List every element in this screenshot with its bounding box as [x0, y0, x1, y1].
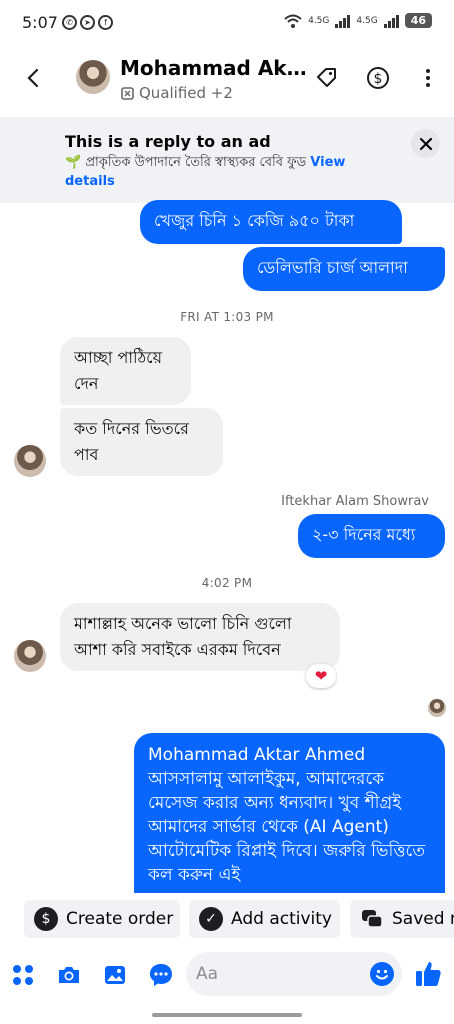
contact-labels-text: Qualified +2 — [139, 84, 233, 102]
label-icon — [121, 86, 134, 100]
add-activity-button[interactable]: ✓ Add activity — [189, 900, 340, 938]
home-indicator — [152, 1013, 302, 1017]
message-outgoing[interactable]: খেজুর চিনি ১ কেজি ৯৫০ টাকা — [140, 200, 402, 244]
message-input-placeholder: Aa — [196, 964, 219, 984]
message-outgoing-auto-reply[interactable]: Mohammad Aktar Ahmed আসসালামু আলাইকুম, আ… — [134, 733, 445, 893]
ad-reply-banner: This is a reply to an ad 🌱 প্রাকৃতিক উপা… — [0, 117, 454, 203]
contact-name[interactable]: Mohammad Ak… — [120, 56, 307, 80]
timestamp: 4:02 PM — [201, 576, 253, 590]
sender-name: Iftekhar Alam Showrav — [281, 494, 429, 509]
apps-grid-icon[interactable] — [10, 962, 36, 988]
whatsapp-icon: ✆ — [62, 15, 77, 30]
signal-icon — [335, 14, 351, 28]
close-icon — [419, 137, 432, 150]
svg-text:$: $ — [374, 71, 383, 87]
dollar-icon[interactable]: $ — [366, 66, 390, 90]
signal-icon-2 — [383, 14, 399, 28]
create-order-label: Create order — [66, 909, 174, 929]
message-outgoing[interactable]: ২-৩ দিনের মধ্যে — [298, 514, 445, 558]
check-icon: ✓ — [199, 907, 223, 931]
dollar-icon: $ — [34, 907, 58, 931]
message-incoming[interactable]: কত দিনের ভিতরে পাব — [60, 408, 223, 476]
contact-labels[interactable]: Qualified +2 — [120, 84, 233, 102]
gallery-icon[interactable] — [102, 962, 128, 988]
battery-indicator: 46 — [404, 13, 432, 28]
status-time: 5:07 — [22, 13, 58, 32]
facebook-icon: f — [98, 15, 113, 30]
create-order-button[interactable]: $ Create order — [24, 900, 180, 938]
chat-bubble-icon[interactable] — [148, 962, 174, 988]
messenger-icon: ➤ — [80, 15, 95, 30]
contact-avatar[interactable] — [76, 60, 110, 94]
wifi-icon — [284, 14, 302, 28]
network-type-2: 4.5G — [356, 15, 378, 26]
timestamp: FRI AT 1:03 PM — [180, 310, 274, 324]
ad-reply-text: 🌱 প্রাকৃতিক উপাদানে তৈরি স্বাস্থ্যকর বেব… — [65, 153, 385, 191]
contact-avatar-small — [14, 640, 46, 672]
message-outgoing[interactable]: ডেলিভারি চার্জ আলাদা — [243, 247, 445, 291]
camera-icon[interactable] — [56, 962, 82, 988]
thumbs-up-icon[interactable] — [413, 959, 443, 989]
tag-icon[interactable] — [315, 66, 339, 90]
ad-reply-description: 🌱 প্রাকৃতিক উপাদানে তৈরি স্বাস্থ্যকর বেব… — [65, 155, 307, 170]
heart-reaction-icon[interactable]: ❤ — [306, 664, 336, 688]
back-arrow-icon[interactable] — [20, 64, 48, 92]
conversation-header: Mohammad Ak… Qualified +2 $ — [0, 48, 454, 114]
message-incoming[interactable]: মাশাল্লাহ অনেক ভালো চিনি গুলো আশা করি সব… — [60, 603, 340, 671]
emoji-icon[interactable] — [370, 962, 394, 986]
status-bar: 5:07 ✆ ➤ f 4.5G 4.5G 46 — [0, 0, 454, 48]
network-type-1: 4.5G — [308, 15, 330, 26]
more-options-icon[interactable] — [416, 66, 440, 90]
message-input[interactable]: Aa — [186, 952, 402, 996]
saved-replies-button[interactable]: Saved re — [350, 900, 454, 938]
message-incoming[interactable]: আচ্ছা পাঠিয়ে দেন — [60, 337, 191, 405]
saved-replies-label: Saved re — [392, 909, 454, 929]
add-activity-label: Add activity — [231, 909, 332, 929]
read-receipt-avatar — [428, 699, 446, 717]
notification-icons: ✆ ➤ f — [62, 15, 113, 30]
quick-actions-bar: $ Create order ✓ Add activity Saved re — [0, 898, 454, 940]
saved-replies-icon — [362, 910, 383, 928]
close-banner-button[interactable] — [411, 129, 440, 158]
composer-bar: Aa — [0, 950, 454, 1000]
contact-avatar-small — [14, 445, 46, 477]
ad-reply-title: This is a reply to an ad — [65, 132, 271, 151]
